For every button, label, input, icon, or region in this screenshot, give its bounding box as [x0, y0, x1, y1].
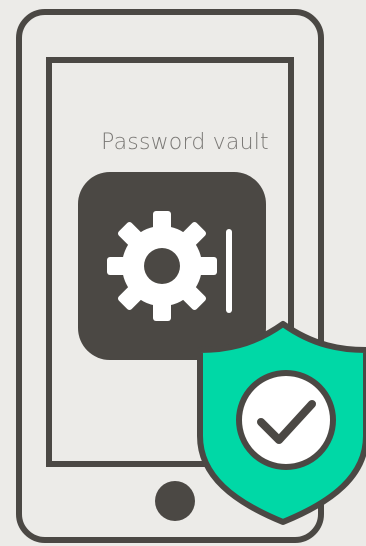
- check-badge: [236, 370, 336, 470]
- gear-icon: [107, 211, 217, 321]
- vault-handle: [226, 229, 232, 313]
- phone-illustration: Password vault: [0, 0, 366, 546]
- app-title: Password vault: [101, 130, 269, 155]
- illustration-canvas: [16, 9, 366, 543]
- gear-vault-icon[interactable]: [78, 172, 266, 360]
- shield-check-icon: [197, 321, 366, 525]
- home-button-icon[interactable]: [155, 481, 195, 521]
